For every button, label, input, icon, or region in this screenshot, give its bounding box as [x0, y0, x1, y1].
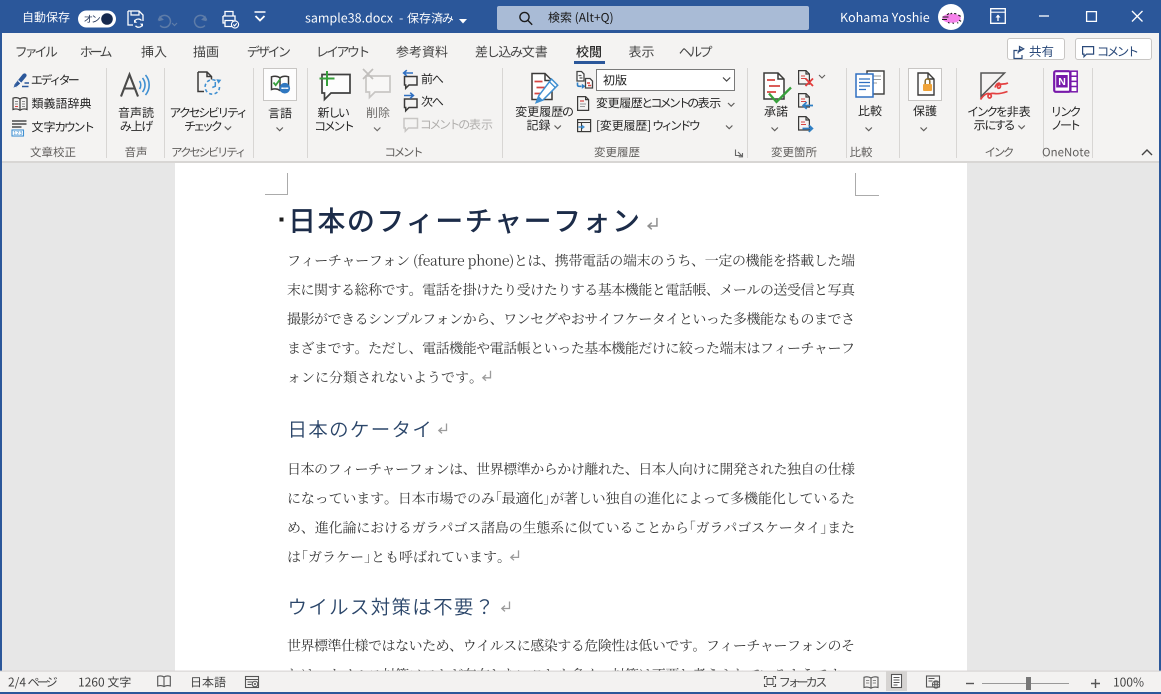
svg-text:N: N — [1058, 76, 1066, 88]
svg-text:123: 123 — [13, 131, 22, 137]
